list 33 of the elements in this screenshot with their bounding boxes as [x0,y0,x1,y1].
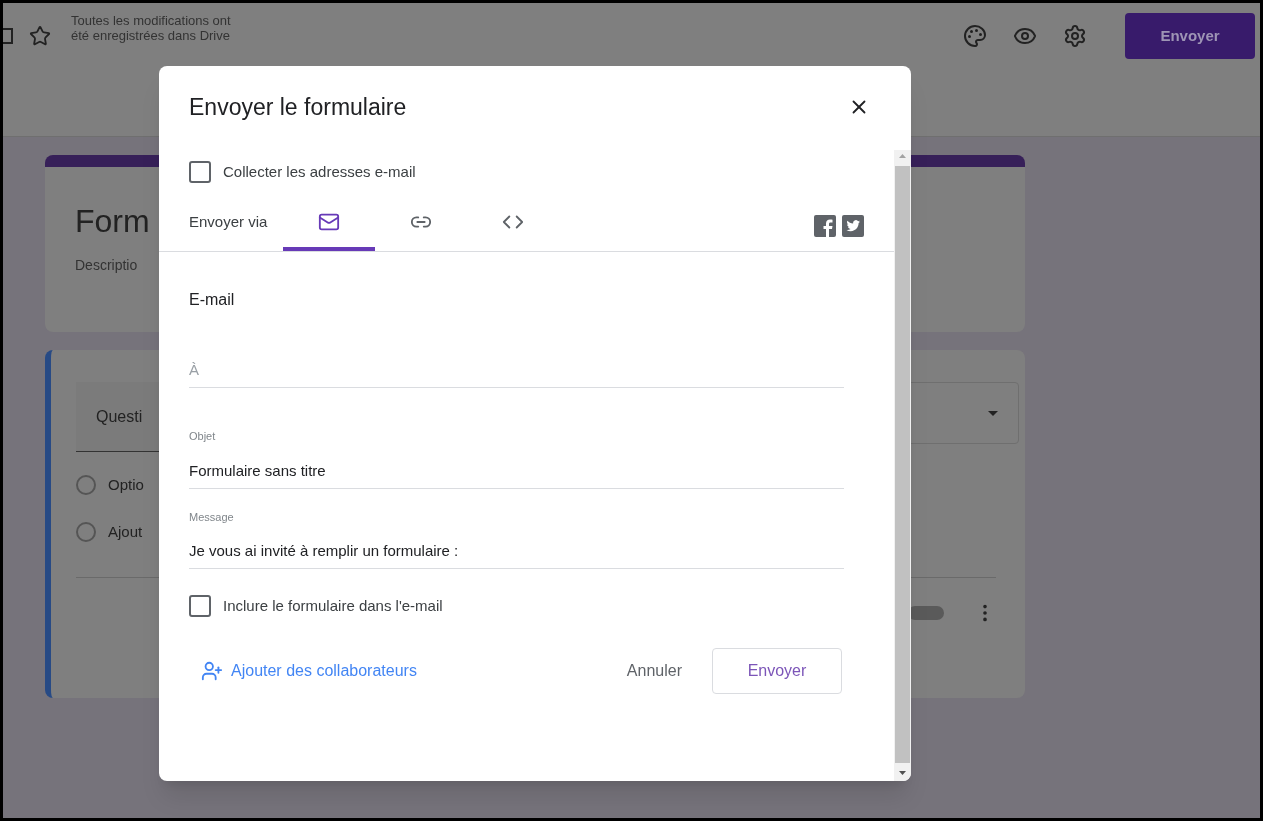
palette-icon[interactable] [963,24,987,48]
option-label: Optio [108,475,144,495]
dialog-title: Envoyer le formulaire [189,93,407,122]
send-button[interactable]: Envoyer [1125,13,1255,59]
subject-field[interactable]: Formulaire sans titre [189,452,844,489]
form-title: Form [75,202,150,241]
settings-icon[interactable] [1063,24,1087,48]
radio-button[interactable] [76,475,96,496]
scroll-down-icon[interactable] [899,771,906,775]
checkbox[interactable] [189,595,211,618]
form-description: Descriptio [75,256,138,275]
folder-icon[interactable] [3,28,13,44]
checkbox-label: Collecter les adresses e-mail [223,161,416,182]
star-icon[interactable] [29,25,51,47]
scrollbar[interactable] [894,150,911,781]
radio-button[interactable] [76,521,96,542]
dropdown-arrow-icon [988,410,998,416]
to-field[interactable]: À [189,352,844,388]
field-label: Message [189,509,235,525]
send-via-label: Envoyer via [189,211,268,232]
add-collaborators-button[interactable]: Ajouter des collaborateurs [189,658,417,683]
option-label: Ajout [108,521,143,542]
checkbox[interactable] [189,160,211,183]
checkbox-label: Inclure le formulaire dans l'e-mail [223,596,443,616]
add-person-icon [201,659,223,682]
scroll-up-icon[interactable] [899,154,906,158]
section-title: E-mail [189,290,236,310]
save-status: Toutes les modifications ont été enregistrées dans Drive [71,13,232,43]
facebook-icon[interactable] [814,215,836,237]
message-field[interactable]: Je vous ai invité à remplir un formulaire : [189,533,844,569]
cancel-button[interactable]: Annuler [626,658,682,683]
twitter-icon[interactable] [842,215,864,237]
dialog-send-button[interactable]: Envoyer [712,647,842,694]
